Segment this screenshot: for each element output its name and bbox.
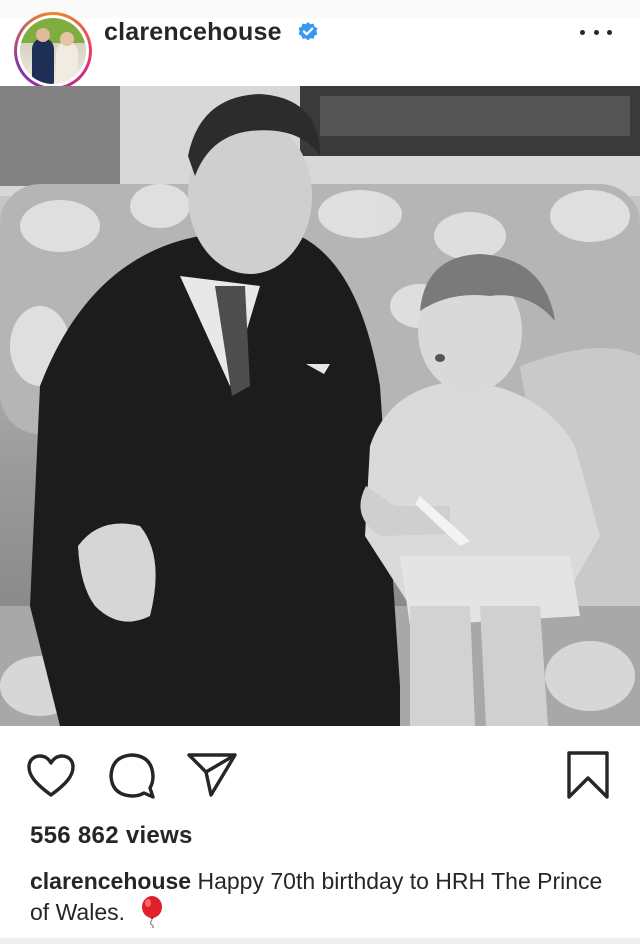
heart-icon[interactable] (26, 754, 76, 798)
caption-username[interactable]: clarencehouse (30, 868, 191, 894)
send-icon[interactable] (186, 752, 238, 798)
post-header: clarencehouse (0, 12, 640, 90)
more-options-icon[interactable] (580, 26, 612, 38)
caption: clarencehouse Happy 70th birthday to HRH… (30, 866, 610, 930)
divider (0, 938, 640, 944)
photo-illustration (0, 86, 640, 726)
views-count[interactable]: 556 862 views (30, 822, 193, 850)
top-strip (0, 0, 640, 19)
post-photo (0, 86, 640, 726)
red-balloon-icon (142, 895, 163, 928)
username-link[interactable]: clarencehouse (104, 18, 282, 47)
post-actions (0, 726, 640, 816)
comment-icon[interactable] (108, 752, 156, 800)
bookmark-icon[interactable] (566, 750, 610, 800)
verified-badge-icon (298, 22, 318, 41)
avatar[interactable] (14, 12, 92, 90)
